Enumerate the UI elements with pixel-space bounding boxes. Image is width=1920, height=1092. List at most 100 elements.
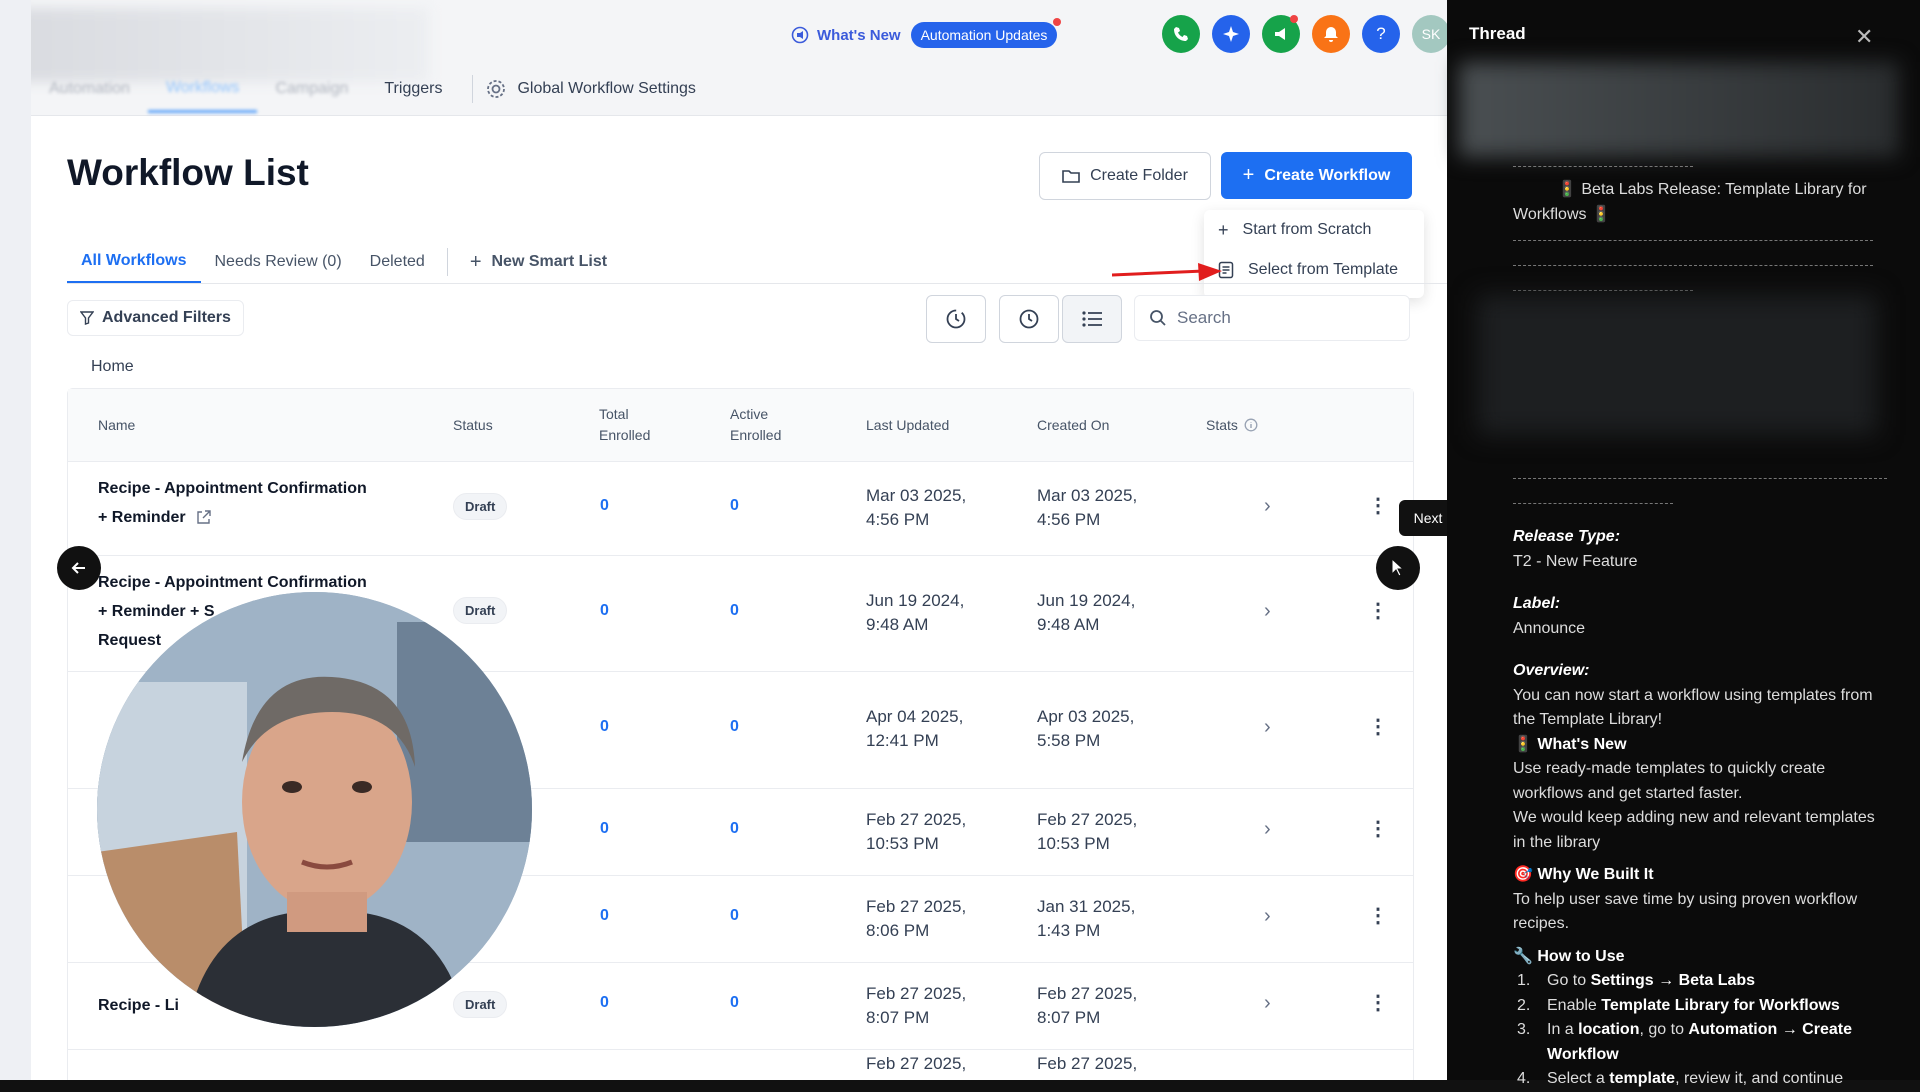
- tab-triggers[interactable]: Triggers: [366, 67, 460, 111]
- total-enrolled-value[interactable]: 0: [600, 820, 609, 838]
- clock-button[interactable]: [999, 295, 1059, 343]
- tab-campaign[interactable]: Campaign: [257, 67, 366, 111]
- last-updated-value: Mar 03 2025, 4:56 PM: [866, 486, 967, 529]
- start-from-scratch-item[interactable]: + Start from Scratch: [1204, 210, 1424, 250]
- created-on-value: Jan 31 2025, 1:43 PM: [1037, 897, 1136, 940]
- whats-new-label: What's New: [817, 26, 901, 44]
- advanced-filters-button[interactable]: Advanced Filters: [67, 300, 244, 336]
- more-options-icon[interactable]: ⋮: [1368, 493, 1388, 518]
- last-updated-value: Feb 27 2025, 8:06 PM: [866, 897, 967, 940]
- divider: [1513, 290, 1693, 292]
- why-heading: Why We Built It: [1537, 866, 1654, 883]
- column-active-label: Active: [730, 406, 769, 422]
- plus-icon: +: [469, 250, 482, 273]
- close-icon[interactable]: ✕: [1855, 24, 1873, 50]
- divider: [1513, 240, 1873, 242]
- created-on-value: Jun 19 2024, 9:48 AM: [1037, 591, 1136, 634]
- chevron-right-icon[interactable]: ›: [1264, 905, 1271, 928]
- tab-needs-review[interactable]: Needs Review (0): [201, 242, 356, 282]
- total-enrolled-value[interactable]: 0: [600, 718, 609, 736]
- next-step-button[interactable]: [1376, 546, 1420, 590]
- whats-new-link[interactable]: What's New: [791, 26, 901, 44]
- create-workflow-label: Create Workflow: [1264, 166, 1391, 184]
- table-row[interactable]: Recipe - Appointment Confirmation + Remi…: [68, 462, 1413, 556]
- tab-workflows[interactable]: Workflows: [147, 66, 258, 113]
- total-enrolled-value[interactable]: 0: [600, 994, 609, 1012]
- last-updated-value: Feb 27 2025,: [866, 1054, 967, 1073]
- chevron-right-icon[interactable]: ›: [1264, 992, 1271, 1015]
- tab-all-workflows[interactable]: All Workflows: [67, 241, 201, 284]
- megaphone-icon: [791, 26, 809, 44]
- total-enrolled-value[interactable]: 0: [600, 602, 609, 620]
- more-options-icon[interactable]: ⋮: [1368, 714, 1388, 739]
- external-link-icon[interactable]: [196, 510, 211, 525]
- tab-deleted[interactable]: Deleted: [356, 242, 439, 282]
- column-total-label: Total: [599, 406, 629, 422]
- active-enrolled-value[interactable]: 0: [730, 497, 739, 515]
- create-workflow-button[interactable]: + Create Workflow: [1221, 152, 1412, 199]
- active-enrolled-value[interactable]: 0: [730, 994, 739, 1012]
- filter-icon: [80, 311, 94, 325]
- more-options-icon[interactable]: ⋮: [1368, 598, 1388, 623]
- whats-new-area: What's New Automation Updates: [791, 18, 1062, 48]
- tab-automation[interactable]: Automation: [31, 67, 148, 111]
- rocket-icon: 🚦: [1557, 181, 1577, 198]
- history-icon: [946, 309, 966, 329]
- workflow-name-line: Request: [98, 632, 162, 649]
- column-last-updated: Last Updated: [866, 416, 950, 433]
- blurred-content: [1477, 295, 1877, 435]
- breadcrumb: Home: [91, 358, 134, 375]
- arrow-left-icon: [71, 562, 85, 574]
- more-options-icon[interactable]: ⋮: [1368, 816, 1388, 841]
- last-updated-value: Feb 27 2025, 8:07 PM: [866, 984, 967, 1027]
- active-enrolled-value[interactable]: 0: [730, 907, 739, 925]
- automation-updates-pill[interactable]: Automation Updates: [910, 18, 1062, 48]
- release-headline: 🚦 Beta Labs Release: Template Library fo…: [1513, 178, 1883, 227]
- plus-icon: +: [1242, 164, 1255, 186]
- chevron-right-icon[interactable]: ›: [1264, 495, 1271, 518]
- chevron-right-icon[interactable]: ›: [1264, 600, 1271, 623]
- more-options-icon[interactable]: ⋮: [1368, 903, 1388, 928]
- column-active-enrolled: Active Enrolled: [730, 389, 781, 461]
- webcam-overlay: [97, 592, 532, 1027]
- created-on-value: Feb 27 2025, 8:07 PM: [1037, 984, 1138, 1027]
- previous-step-button[interactable]: [57, 546, 101, 590]
- chevron-right-icon[interactable]: ›: [1264, 716, 1271, 739]
- active-enrolled-value[interactable]: 0: [730, 820, 739, 838]
- total-enrolled-value[interactable]: 0: [600, 907, 609, 925]
- cursor-icon: [1391, 558, 1405, 577]
- global-workflow-settings-tab[interactable]: Global Workflow Settings: [485, 78, 696, 100]
- help-icon[interactable]: ?: [1362, 15, 1400, 53]
- active-enrolled-value[interactable]: 0: [730, 602, 739, 620]
- search-input[interactable]: [1175, 307, 1379, 329]
- column-stats: Stats: [1206, 389, 1258, 461]
- announcement-icon[interactable]: [1262, 15, 1300, 53]
- list-view-button[interactable]: [1062, 295, 1122, 343]
- sparkle-icon[interactable]: [1212, 15, 1250, 53]
- total-enrolled-value[interactable]: 0: [600, 497, 609, 515]
- last-updated-value: Apr 04 2025, 12:41 PM: [866, 707, 964, 750]
- chevron-right-icon[interactable]: ›: [1264, 818, 1271, 841]
- column-name: Name: [98, 416, 136, 433]
- bell-icon[interactable]: [1312, 15, 1350, 53]
- gear-icon: [487, 80, 506, 98]
- whats-new-text-2: We would keep adding new and relevant te…: [1513, 809, 1875, 851]
- select-from-template-item[interactable]: Select from Template: [1204, 250, 1424, 290]
- new-smart-list-button[interactable]: + New Smart List: [456, 242, 621, 282]
- subtabs: All Workflows Needs Review (0) Deleted +…: [67, 241, 621, 284]
- advanced-filters-label: Advanced Filters: [102, 309, 231, 326]
- create-folder-button[interactable]: Create Folder: [1039, 152, 1211, 200]
- search-icon: [1150, 310, 1166, 326]
- workflow-name[interactable]: Recipe - Appointment Confirmation + Remi…: [98, 474, 398, 532]
- divider: [1513, 166, 1693, 168]
- history-button[interactable]: [926, 295, 986, 343]
- how-heading: How to Use: [1537, 947, 1625, 965]
- search-box[interactable]: [1134, 295, 1410, 341]
- more-options-icon[interactable]: ⋮: [1368, 990, 1388, 1015]
- active-enrolled-value[interactable]: 0: [730, 718, 739, 736]
- avatar[interactable]: SK: [1412, 15, 1447, 53]
- phone-icon[interactable]: [1162, 15, 1200, 53]
- table-row[interactable]: Feb 27 2025, Feb 27 2025,: [68, 1050, 1413, 1080]
- new-smart-list-label: New Smart List: [491, 253, 608, 270]
- created-on-value: Mar 03 2025, 4:56 PM: [1037, 486, 1138, 529]
